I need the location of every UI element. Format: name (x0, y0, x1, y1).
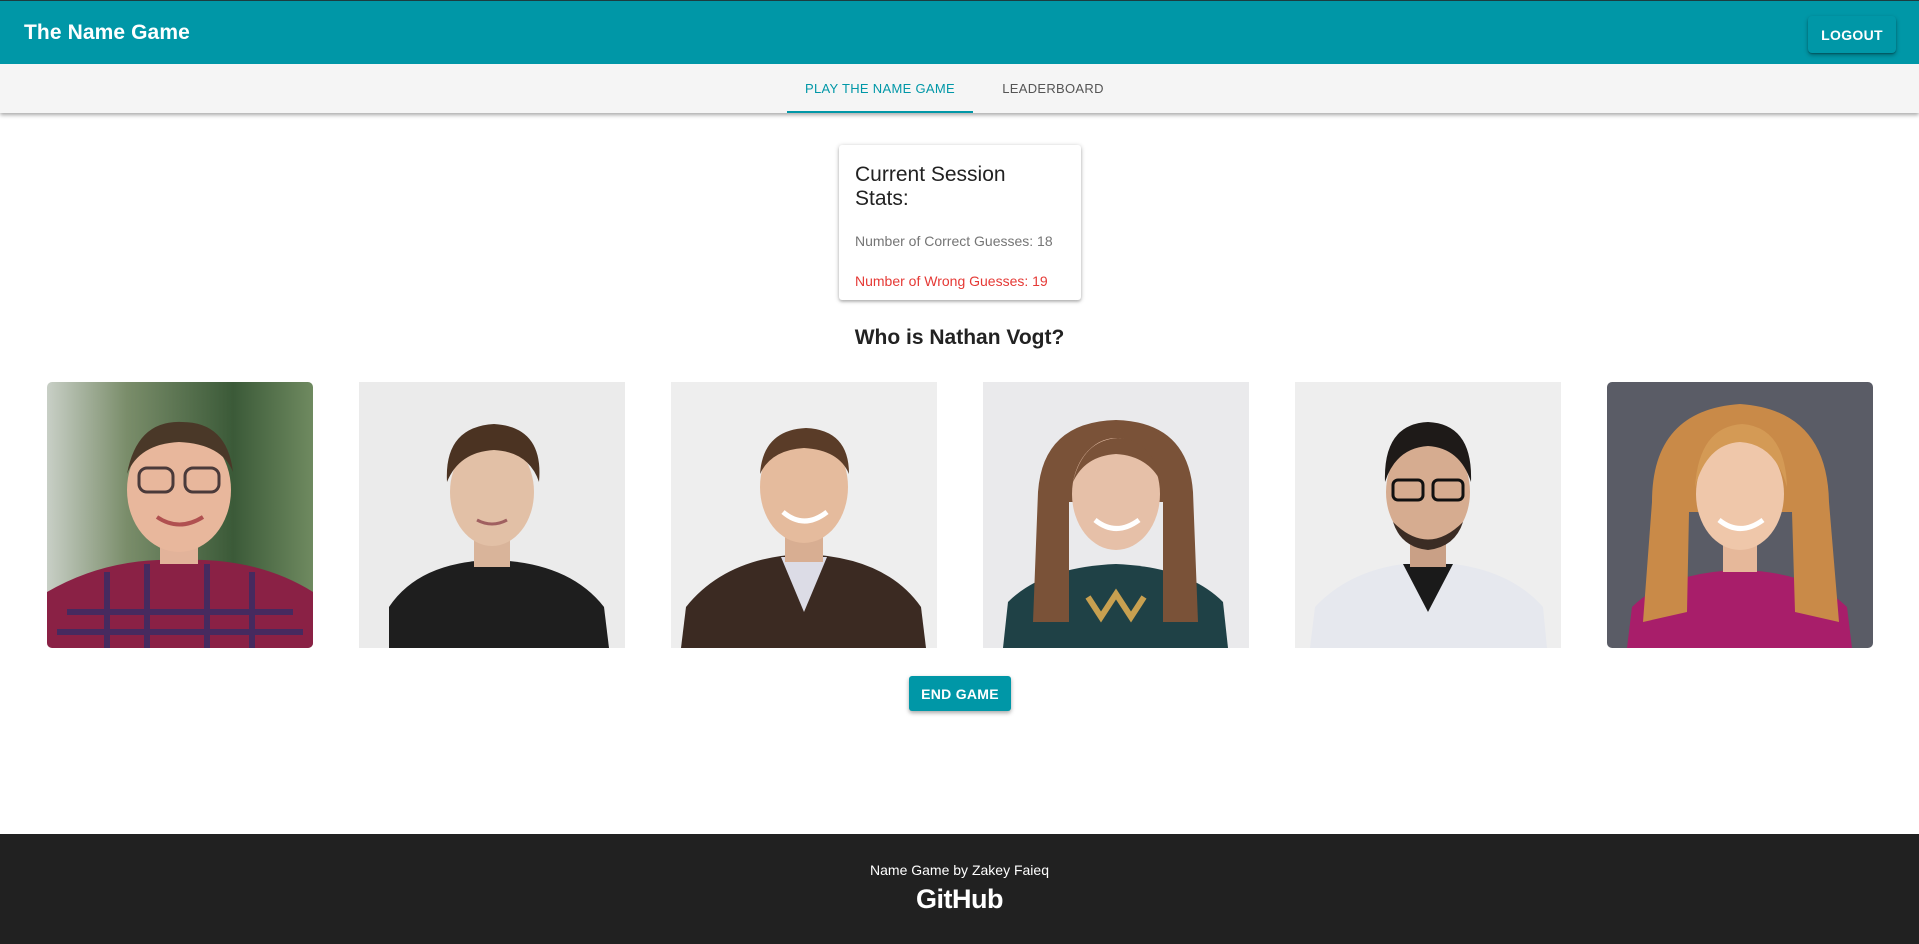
question-prompt: Who is Nathan Vogt? (854, 326, 1065, 349)
footer: Name Game by Zakey Faieq GitHub (0, 834, 1919, 944)
portrait-photo-icon (359, 382, 625, 648)
photo-option-4[interactable] (983, 382, 1249, 648)
end-game-button[interactable]: END GAME (909, 676, 1011, 711)
github-logo-icon[interactable]: GitHub (916, 884, 1003, 914)
tab-bar: PLAY THE NAME GAME LEADERBOARD (0, 64, 1919, 113)
footer-credit: Name Game by Zakey Faieq (870, 862, 1049, 878)
portrait-photo-icon (1295, 382, 1561, 648)
portrait-photo-icon (671, 382, 937, 648)
correct-guesses-count: Number of Correct Guesses: 18 (855, 233, 1053, 249)
wrong-guesses-count: Number of Wrong Guesses: 19 (855, 273, 1048, 289)
photo-option-5[interactable] (1295, 382, 1561, 648)
logout-button[interactable]: LOGOUT (1808, 16, 1896, 53)
tab-play-name-game[interactable]: PLAY THE NAME GAME (787, 64, 973, 113)
app-title: The Name Game (24, 20, 190, 44)
portrait-photo-icon (47, 382, 313, 648)
app-bar: The Name Game LOGOUT (0, 0, 1919, 64)
photo-option-3[interactable] (671, 382, 937, 648)
photo-option-2[interactable] (359, 382, 625, 648)
stats-title: Current Session Stats: (855, 163, 1006, 210)
tab-leaderboard[interactable]: LEADERBOARD (988, 64, 1118, 113)
portrait-photo-icon (983, 382, 1249, 648)
photo-option-6[interactable] (1607, 382, 1873, 648)
session-stats-card: Current Session Stats: Number of Correct… (839, 145, 1081, 300)
github-link: GitHub (0, 884, 1919, 915)
portrait-photo-icon (1607, 382, 1873, 648)
photo-option-1[interactable] (47, 382, 313, 648)
